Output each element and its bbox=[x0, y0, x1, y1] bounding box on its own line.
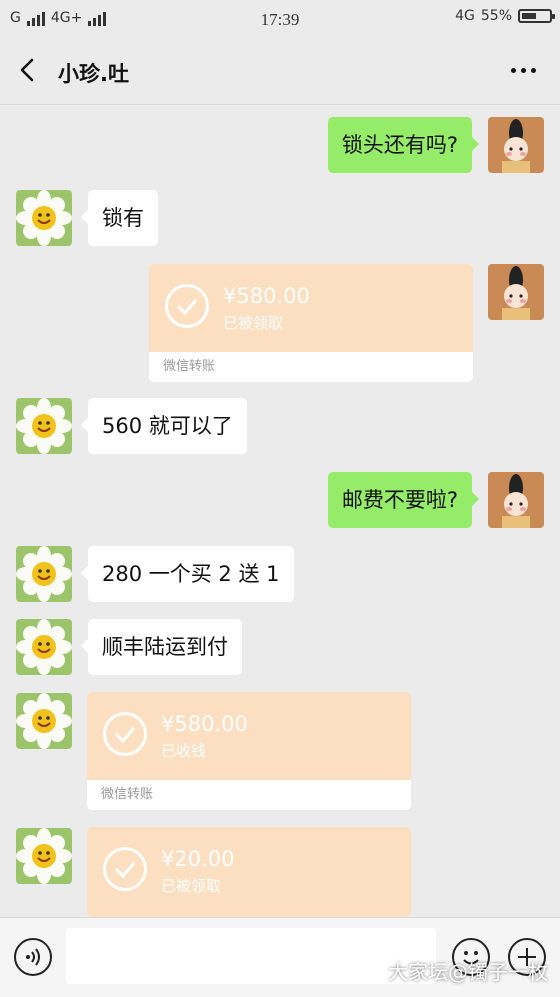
message-bubble-incoming[interactable]: 280 一个买 2 送 1 bbox=[81, 546, 294, 602]
message-input[interactable] bbox=[66, 928, 436, 984]
message-bubble-incoming[interactable]: 锁有 bbox=[81, 190, 158, 246]
message-bubble-incoming[interactable]: 560 就可以了 bbox=[81, 398, 247, 454]
more-options-icon[interactable] bbox=[511, 68, 536, 73]
transfer-card-incoming[interactable]: ¥20.00 已被领取 bbox=[87, 827, 411, 917]
check-circle-icon bbox=[103, 712, 147, 756]
network-right-label: 4G bbox=[455, 8, 475, 24]
transfer-status: 已被领取 bbox=[223, 314, 284, 332]
transfer-footer: 微信转账 bbox=[163, 359, 216, 374]
transfer-amount: ¥20.00 bbox=[161, 847, 235, 871]
contact-avatar[interactable] bbox=[16, 546, 72, 602]
message-bubble-incoming[interactable]: 顺丰陆运到付 bbox=[81, 619, 242, 675]
chat-header: 小珍.吐 bbox=[0, 38, 560, 105]
transfer-footer: 微信转账 bbox=[101, 787, 154, 802]
contact-avatar[interactable] bbox=[16, 828, 72, 884]
check-circle-icon bbox=[165, 284, 209, 328]
status-bar: G 4G+ 17:39 4G 55% bbox=[0, 0, 560, 38]
contact-avatar[interactable] bbox=[16, 190, 72, 246]
transfer-card-incoming[interactable]: ¥580.00 已收钱 微信转账 bbox=[87, 692, 411, 810]
battery-fill bbox=[522, 13, 537, 19]
contact-avatar[interactable] bbox=[16, 693, 72, 749]
chat-title: 小珍.吐 bbox=[58, 62, 129, 86]
check-circle-icon bbox=[103, 847, 147, 891]
message-bubble-outgoing[interactable]: 邮费不要啦? bbox=[327, 472, 480, 528]
transfer-amount: ¥580.00 bbox=[223, 284, 310, 308]
status-right: 4G 55% bbox=[455, 8, 555, 24]
contact-avatar[interactable] bbox=[16, 619, 72, 675]
back-arrow-icon[interactable] bbox=[16, 58, 40, 82]
transfer-status: 已收钱 bbox=[161, 742, 207, 760]
my-avatar[interactable] bbox=[488, 264, 544, 320]
battery-label: 55% bbox=[480, 8, 512, 24]
my-avatar[interactable] bbox=[488, 117, 544, 173]
transfer-card-outgoing[interactable]: ¥580.00 已被领取 微信转账 bbox=[149, 264, 473, 382]
transfer-amount: ¥580.00 bbox=[161, 712, 248, 736]
contact-avatar[interactable] bbox=[16, 398, 72, 454]
battery-icon bbox=[518, 9, 555, 23]
transfer-status: 已被领取 bbox=[161, 877, 222, 895]
my-avatar[interactable] bbox=[488, 472, 544, 528]
watermark: 大家坛@镯子一枚 bbox=[388, 960, 548, 984]
voice-input-icon[interactable] bbox=[14, 938, 52, 976]
message-bubble-outgoing[interactable]: 锁头还有吗? bbox=[327, 117, 480, 173]
